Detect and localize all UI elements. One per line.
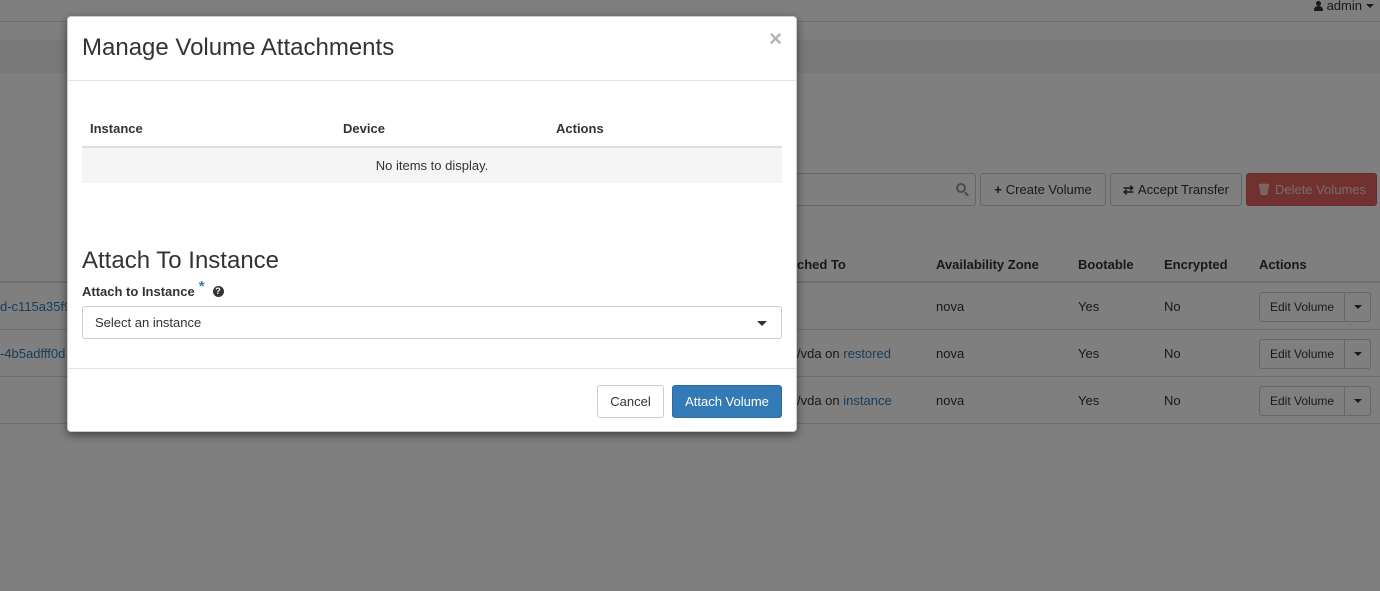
- attach-instance-label: Attach to Instance * ?: [82, 278, 224, 300]
- cancel-button[interactable]: Cancel: [597, 385, 664, 418]
- manage-attachments-modal: Manage Volume Attachments × Instance Dev…: [67, 16, 797, 432]
- field-label-text: Attach to Instance: [82, 284, 195, 299]
- column-device: Device: [343, 121, 385, 136]
- column-instance: Instance: [90, 121, 143, 136]
- modal-header: Manage Volume Attachments ×: [68, 17, 796, 81]
- required-marker: *: [198, 278, 205, 295]
- empty-table-message: No items to display.: [82, 148, 782, 183]
- column-actions: Actions: [556, 121, 604, 136]
- attach-volume-button[interactable]: Attach Volume: [672, 385, 782, 418]
- modal-title: Manage Volume Attachments: [82, 34, 395, 61]
- attach-section-title: Attach To Instance: [82, 247, 280, 274]
- close-icon[interactable]: ×: [769, 28, 782, 50]
- instance-select-value: Select an instance: [95, 315, 202, 330]
- help-icon[interactable]: ?: [212, 286, 224, 297]
- table-header: Instance Device Actions: [82, 112, 782, 148]
- chevron-down-icon: [757, 321, 767, 326]
- modal-footer: Cancel Attach Volume: [68, 368, 796, 432]
- instance-select[interactable]: Select an instance: [82, 306, 782, 339]
- attachments-table: Instance Device Actions No items to disp…: [82, 112, 782, 183]
